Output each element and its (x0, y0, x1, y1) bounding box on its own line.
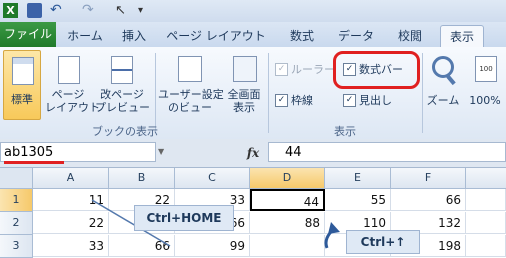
curved-arrow-head (328, 222, 340, 234)
callout-ctrl-up: Ctrl+↑ (346, 230, 420, 254)
annotation-arrows (91, 199, 340, 249)
callout-ctrl-home: Ctrl+HOME (134, 205, 234, 231)
